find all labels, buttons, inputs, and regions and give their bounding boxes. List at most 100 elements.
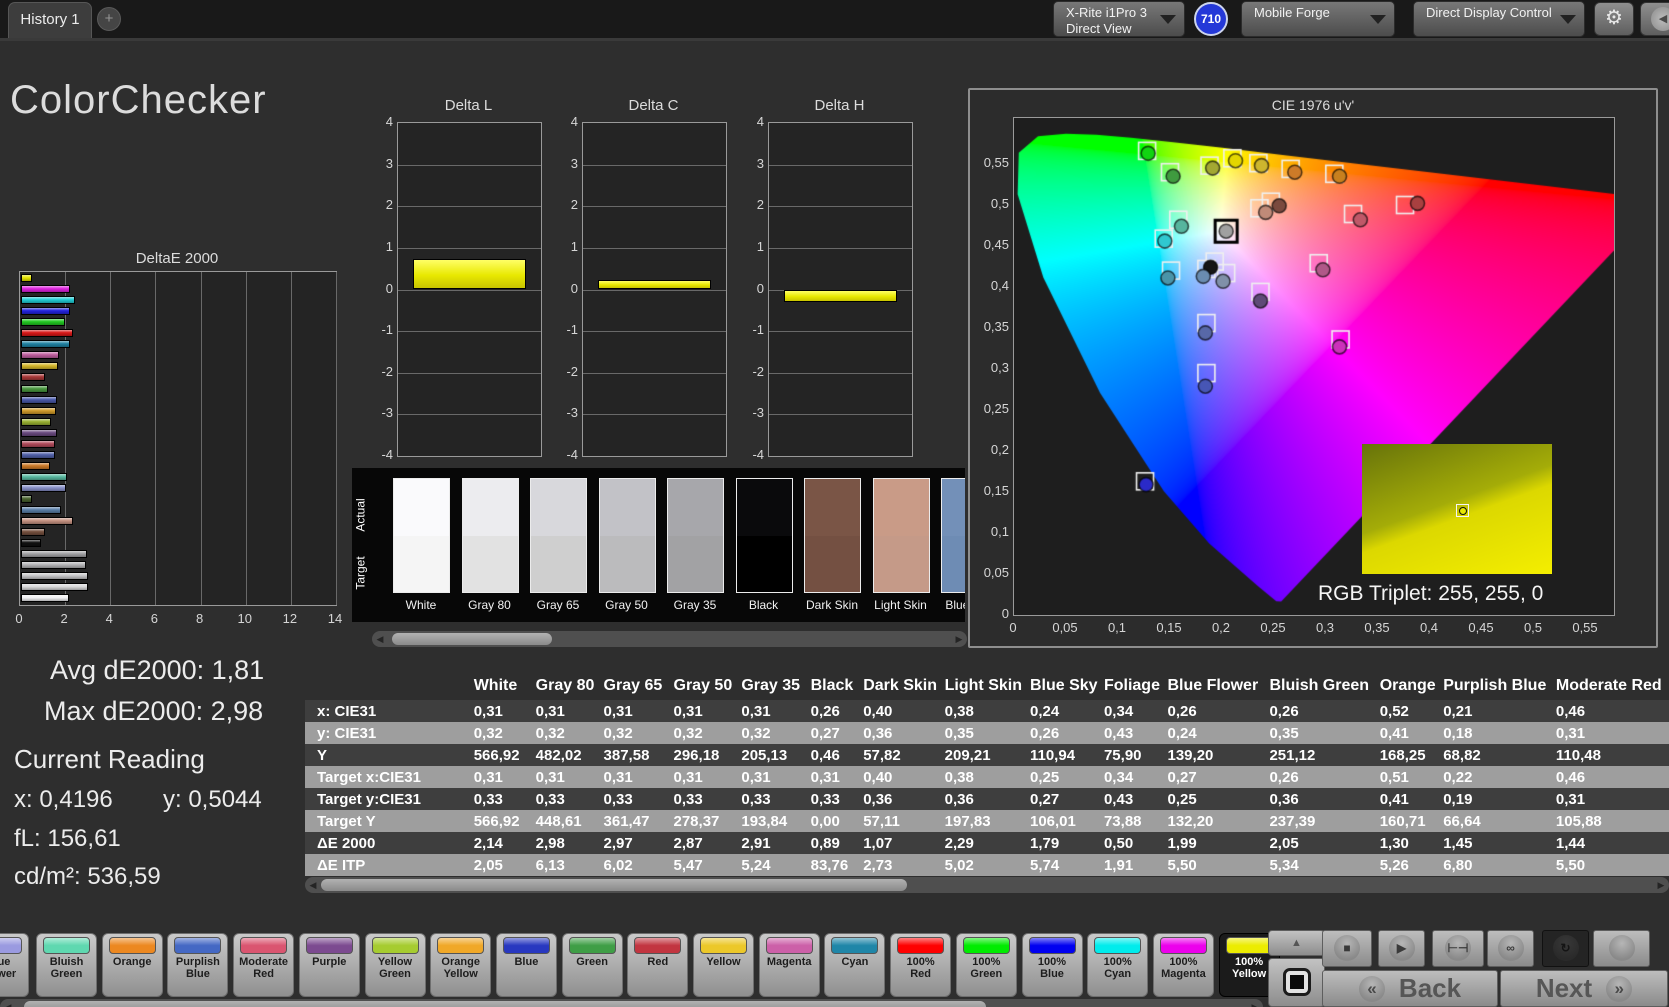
table-cell: 0,32 [535, 724, 565, 742]
scroll-up-button[interactable]: ▲ [1268, 930, 1325, 956]
scroll-left-icon[interactable]: ◀ [0, 999, 16, 1007]
patch-button-bluish-green[interactable]: Bluish Green [36, 933, 97, 997]
patch-swatch-gray-35 [667, 478, 724, 593]
pattern-window-button[interactable] [1268, 958, 1325, 1007]
refresh-button[interactable]: ↻ [1542, 930, 1589, 967]
delta-ytick-label: 2 [756, 197, 764, 213]
table-scrollbar-thumb[interactable] [321, 879, 907, 891]
table-column-header: Foliage [1103, 677, 1160, 694]
table-cell: 0,27 [1029, 790, 1060, 808]
patch-button-blue-flower[interactable]: BlueFlower [0, 933, 29, 997]
stop-button[interactable]: ■ [1322, 930, 1372, 967]
table-cell: 0,35 [944, 724, 974, 742]
patch-button-orange-yellow[interactable]: Orange Yellow [430, 933, 492, 997]
play-button[interactable]: ▶ [1378, 930, 1425, 967]
cie-xtick-label: 0,15 [1156, 620, 1182, 635]
deltae-bar-yellow [21, 362, 59, 371]
collapse-icon: ◀ [1651, 7, 1669, 31]
table-cell: 361,47 [603, 812, 650, 830]
patch-row-scrollbar-thumb[interactable] [24, 1001, 986, 1007]
table-row: Y 566,92 482,02 387,58 296,18 205,13 0,46 57,82… [305, 744, 1669, 766]
swatch-target [873, 535, 929, 592]
add-tab-button[interactable]: + [97, 7, 121, 31]
display-control-dropdown[interactable]: Direct Display Control [1413, 1, 1585, 37]
patch-button-red[interactable]: Red [627, 933, 689, 997]
swatch-target [805, 535, 860, 592]
scroll-right-icon[interactable]: ▶ [1653, 877, 1669, 893]
patch-button-100-cyan[interactable]: 100% Cyan [1087, 933, 1149, 997]
table-cell: 0,31 [603, 702, 633, 720]
patch-button-swatch [108, 937, 156, 954]
delta-gridline [583, 414, 726, 416]
delta-ytick-label: 3 [385, 155, 393, 171]
swatch-scrollbar[interactable]: ◀ ▶ [372, 631, 967, 647]
table-cell: 0,36 [863, 724, 893, 742]
patch-button-label: Yellow [706, 956, 741, 968]
swatch-actual [736, 479, 792, 536]
patch-button-purple[interactable]: Purple [298, 933, 360, 997]
scroll-left-icon[interactable]: ◀ [372, 631, 388, 647]
table-cell: 0,24 [1029, 702, 1060, 720]
tab-history-1[interactable]: History 1 [8, 2, 92, 38]
patch-button-green[interactable]: Green [561, 933, 623, 997]
patch-button-swatch [174, 937, 222, 954]
patch-button-100-red[interactable]: 100% Red [890, 933, 952, 997]
loop-button[interactable]: ∞ [1487, 930, 1534, 967]
back-button[interactable]: « Back [1322, 970, 1498, 1007]
meter-name: X-Rite i1Pro 3 [1066, 5, 1147, 20]
table-cell: 5,74 [1029, 856, 1060, 874]
collapse-panel-button[interactable]: ◀ [1640, 2, 1669, 36]
patch-button-label: Purplish Blue [175, 956, 220, 980]
next-button[interactable]: Next » [1500, 970, 1668, 1007]
swatch-target [531, 535, 586, 592]
cie-ytick-label: 0,35 [983, 319, 1009, 334]
patch-button-blue[interactable]: Blue [495, 933, 557, 997]
patch-button-yellow[interactable]: Yellow [693, 933, 754, 997]
blank-button[interactable] [1593, 930, 1650, 967]
table-cell: 75,90 [1103, 746, 1142, 764]
table-cell: 168,25 [1379, 746, 1426, 764]
deltae-bar-light-skin [21, 517, 73, 526]
scroll-left-icon[interactable]: ◀ [305, 877, 321, 893]
patch-button-orange[interactable]: Orange [101, 933, 163, 997]
cie-xtick-label: 0,55 [1572, 620, 1598, 635]
range-button[interactable]: ⊢⊣ [1432, 930, 1484, 967]
table-cell: 0,26 [1029, 724, 1060, 742]
delta-chart-delta-c: Delta C 4 3 2 1 0 -1 -2 -3 -4 [552, 97, 727, 467]
cie-xtick-label: 0,2 [1211, 620, 1231, 635]
patch-button-purplish-blue[interactable]: Purplish Blue [167, 933, 229, 997]
patch-button-magenta[interactable]: Magenta [758, 933, 820, 997]
patch-button-yellow-green[interactable]: Yellow Green [364, 933, 426, 997]
table-cell: 0,36 [1269, 790, 1299, 808]
table-cell: 0,34 [1103, 768, 1134, 786]
meter-dropdown[interactable]: X-Rite i1Pro 3 Direct View [1053, 1, 1185, 37]
patch-button-swatch [634, 937, 682, 954]
table-cell: 2,29 [944, 834, 974, 852]
table-cell: 57,11 [863, 812, 900, 830]
table-row: ΔE ITP 2,05 6,13 6,02 5,47 5,24 83,76 2,73 5,02 5… [305, 854, 1669, 876]
table-scrollbar[interactable]: ◀ ▶ [305, 877, 1669, 893]
scroll-right-icon[interactable]: ▶ [951, 631, 967, 647]
patch-button-moderate-red[interactable]: Moderate Red [233, 933, 295, 997]
patch-button-cyan[interactable]: Cyan [824, 933, 886, 997]
meter-status-stripe [1056, 5, 1060, 33]
cie-xtick-label: 0,4 [1419, 620, 1439, 635]
cie-ytick-label: 0,25 [983, 401, 1009, 416]
delta-ytick-label: 4 [570, 114, 578, 129]
settings-button[interactable]: ⚙ [1594, 2, 1634, 36]
table-cell: 83,76 [810, 856, 849, 874]
patch-button-100-magenta[interactable]: 100% Magenta [1152, 933, 1214, 997]
patch-button-100-green[interactable]: 100% Green [955, 933, 1017, 997]
patch-row-scrollbar[interactable]: ◀ ▶ [0, 999, 1263, 1007]
patch-button-label: 100% Cyan [1103, 956, 1132, 980]
cie-ytick-label: 0,15 [983, 483, 1009, 498]
source-dropdown[interactable]: Mobile Forge [1241, 1, 1395, 37]
table-column-header: Blue Flower [1167, 677, 1259, 694]
table-cell: 73,88 [1103, 812, 1142, 830]
scroll-right-icon[interactable]: ▶ [1247, 999, 1263, 1007]
table-cell: 0,31 [810, 768, 840, 786]
swatch-scrollbar-thumb[interactable] [392, 633, 552, 645]
deltae-bar-100-red [21, 329, 73, 338]
table-header-row: White Gray 80 Gray 65 Gray 50 Gray 35 Black Da… [305, 663, 1669, 700]
patch-button-100-blue[interactable]: 100% Blue [1021, 933, 1083, 997]
